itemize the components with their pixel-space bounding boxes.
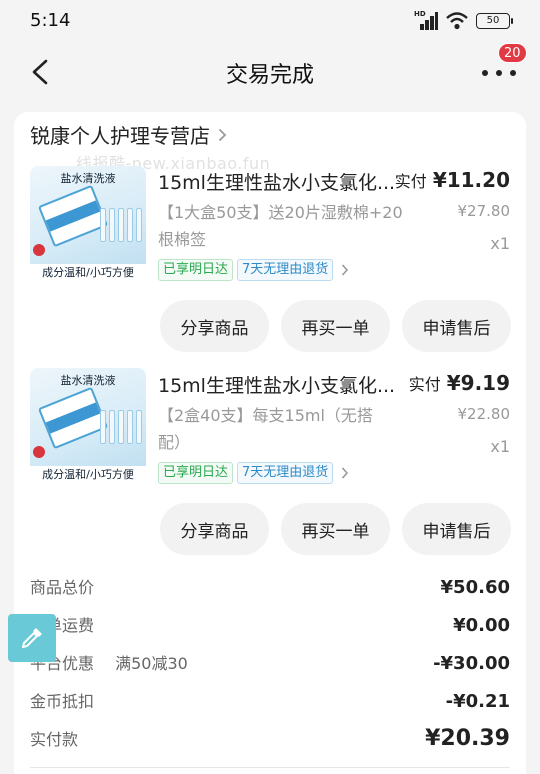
summary-discount: 平台优惠 满50减30 -¥30.00 xyxy=(30,650,510,674)
tag-next-day: 已享明日达 xyxy=(158,462,234,484)
divider xyxy=(30,767,510,768)
product-actions: 分享商品 再买一单 申请售后 xyxy=(160,503,511,555)
nav-bar: 交易完成 xyxy=(0,44,540,100)
product-sku: 【1大盒50支】送20片湿敷棉+20根棉签 xyxy=(158,203,403,249)
share-product-button[interactable]: 分享商品 xyxy=(160,300,269,352)
service-tags[interactable]: 已享明日达 7天无理由退货 xyxy=(158,462,349,484)
summary-label: 金币抵扣 xyxy=(30,692,95,711)
chevron-right-icon xyxy=(342,467,349,479)
store-name[interactable]: 锐康个人护理专营店 xyxy=(30,120,210,149)
chevron-right-icon xyxy=(342,264,349,276)
wifi-icon xyxy=(446,12,468,30)
paid-price: 实付 ¥9.19 xyxy=(409,371,510,395)
product-title[interactable]: 15ml生理性盐水小支氯化... xyxy=(158,168,408,195)
quantity: x1 xyxy=(490,437,510,456)
paid-price: 实付 ¥11.20 xyxy=(395,168,510,192)
summary-value: ¥0.00 xyxy=(453,615,510,636)
service-tags[interactable]: 已享明日达 7天无理由退货 xyxy=(158,259,349,281)
discount-note: 满50减30 xyxy=(115,654,188,673)
summary-paid: 实付款 ¥20.39 xyxy=(30,726,510,751)
store-row[interactable]: 锐康个人护理专营店 xyxy=(30,120,227,149)
product-title[interactable]: 15ml生理性盐水小支氯化... xyxy=(158,371,408,398)
paid-value: ¥11.20 xyxy=(432,168,510,192)
battery-icon: 50 xyxy=(476,13,513,29)
product-sku: 【2盒40支】每支15ml（无搭配） xyxy=(158,406,373,452)
vials-graphic xyxy=(100,208,142,242)
tag-return-policy: 7天无理由退货 xyxy=(237,259,334,281)
thumb-caption-top: 盐水清洗液 xyxy=(60,374,116,387)
thumb-caption-bottom: 成分温和/小巧方便 xyxy=(30,264,146,282)
tag-next-day: 已享明日达 xyxy=(158,259,234,281)
quantity: x1 xyxy=(490,234,510,253)
paid-label: 实付 xyxy=(408,375,441,394)
summary-label: 商品总价 xyxy=(30,578,95,597)
summary-value: -¥0.21 xyxy=(445,691,510,712)
share-product-button[interactable]: 分享商品 xyxy=(160,503,269,555)
page-title: 交易完成 xyxy=(225,63,314,88)
product-thumbnail[interactable]: 盐水清洗液 成分温和/小巧方便 xyxy=(30,368,146,484)
vials-graphic xyxy=(100,410,142,444)
summary-value: ¥50.60 xyxy=(440,577,510,598)
summary-label: 实付款 xyxy=(30,730,79,749)
message-badge: 20 xyxy=(498,43,527,63)
tag-return-policy: 7天无理由退货 xyxy=(237,462,334,484)
status-bar: 5:14 HD 50 xyxy=(0,0,540,44)
buy-again-button[interactable]: 再买一单 xyxy=(281,503,390,555)
product-actions: 分享商品 再买一单 申请售后 xyxy=(160,300,511,352)
status-icons: HD 50 xyxy=(414,10,513,30)
original-price: ¥27.80 xyxy=(457,202,511,220)
chevron-right-icon xyxy=(218,128,227,141)
more-icon[interactable] xyxy=(482,60,516,86)
product-box-graphic xyxy=(37,386,109,450)
summary-shipping: 订单运费 ¥0.00 xyxy=(30,612,510,636)
summary-coins: 金币抵扣 -¥0.21 xyxy=(30,688,510,712)
seal-icon xyxy=(33,446,45,458)
floating-tool-button[interactable] xyxy=(8,614,56,662)
signal-icon: HD xyxy=(414,10,438,30)
product-box-graphic xyxy=(37,184,109,248)
summary-value: ¥20.39 xyxy=(425,726,510,751)
after-sales-button[interactable]: 申请售后 xyxy=(402,300,511,352)
thumb-caption-top: 盐水清洗液 xyxy=(60,172,116,185)
seal-icon xyxy=(33,244,45,256)
after-sales-button[interactable]: 申请售后 xyxy=(402,503,511,555)
thumb-caption-bottom: 成分温和/小巧方便 xyxy=(30,466,146,484)
summary-goods-total: 商品总价 ¥50.60 xyxy=(30,574,510,598)
eyedropper-icon xyxy=(22,628,42,648)
original-price: ¥22.80 xyxy=(457,405,511,423)
summary-value: -¥30.00 xyxy=(433,653,510,674)
status-time: 5:14 xyxy=(30,10,71,31)
network-type: HD xyxy=(414,10,426,18)
buy-again-button[interactable]: 再买一单 xyxy=(281,300,390,352)
paid-value: ¥9.19 xyxy=(446,371,510,395)
product-thumbnail[interactable]: 盐水清洗液 成分温和/小巧方便 xyxy=(30,166,146,282)
paid-label: 实付 xyxy=(394,172,427,191)
